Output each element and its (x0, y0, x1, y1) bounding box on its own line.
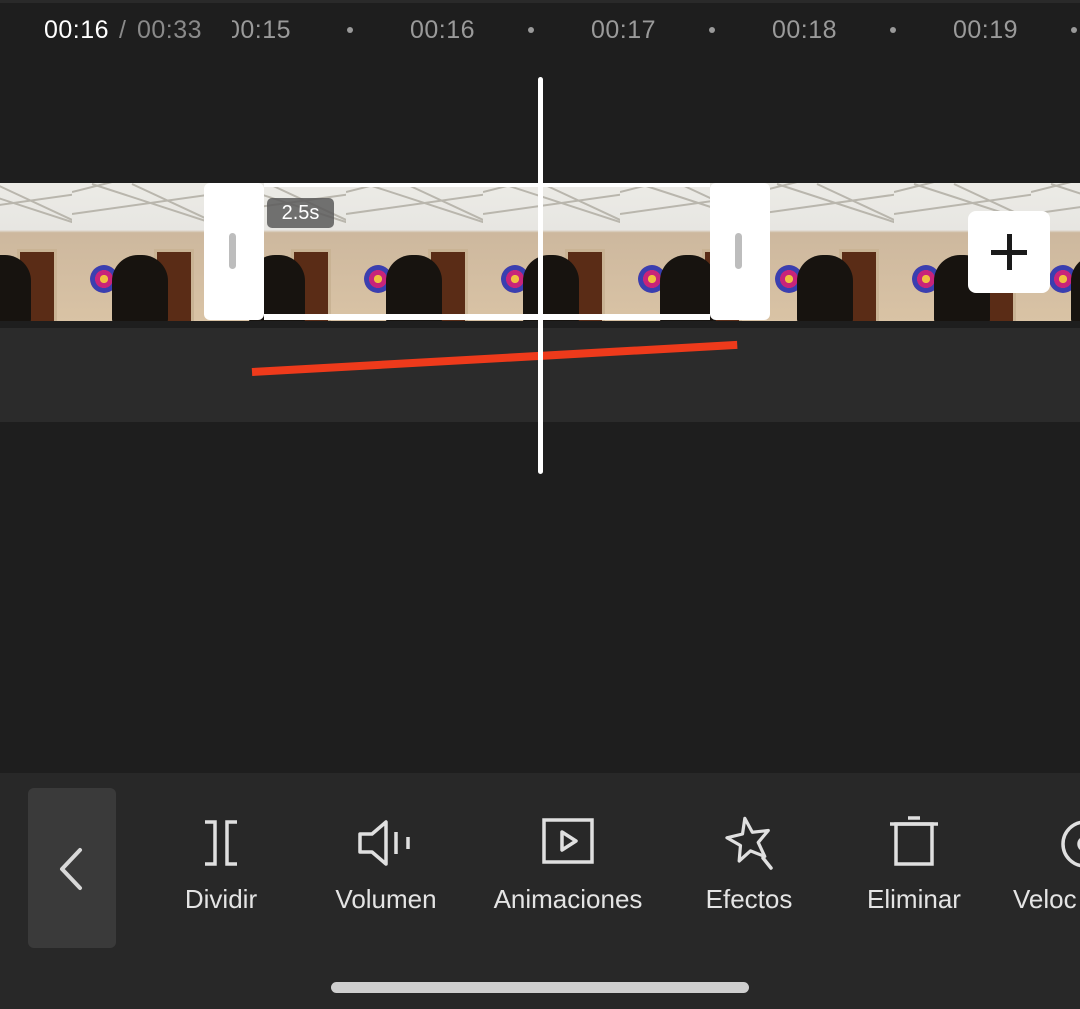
video-thumbnail (757, 183, 894, 321)
animation-play-icon (542, 818, 594, 864)
clip-trim-handle-right[interactable] (710, 183, 770, 320)
speed-label: Veloc (1013, 884, 1077, 914)
video-thumbnail (483, 183, 620, 321)
ruler-tick-dot (347, 27, 353, 33)
effects-button[interactable]: Efectos (690, 812, 808, 922)
clip-selection-border (264, 183, 710, 187)
volume-label: Volumen (335, 884, 437, 914)
video-thumbnail (0, 183, 72, 321)
handle-grip (735, 233, 742, 269)
ruler-tick-label: 00:19 (953, 16, 1019, 44)
current-time: 00:16 (44, 16, 110, 44)
divider (0, 0, 1080, 3)
animations-label: Animaciones (493, 884, 643, 914)
ruler-tick-dot (709, 27, 715, 33)
back-button[interactable] (28, 788, 116, 948)
ruler-tick-label: 00:16 (410, 16, 476, 44)
clip-duration-badge: 2.5s (267, 198, 334, 228)
delete-button[interactable]: Eliminar (856, 812, 972, 922)
delete-label: Eliminar (867, 884, 961, 914)
clip-selection-border (264, 314, 710, 320)
split-icon (205, 820, 237, 866)
ruler-tick-dot (890, 27, 896, 33)
video-thumbnail (72, 183, 209, 321)
volume-button[interactable]: Volumen (322, 812, 450, 922)
add-clip-button[interactable] (968, 211, 1050, 293)
ruler-tick-label: 00:17 (591, 16, 657, 44)
effects-star-icon (725, 816, 773, 870)
time-separator: / (119, 16, 126, 44)
ruler-tick-dot (1071, 27, 1077, 33)
ruler-tick-dot (528, 27, 534, 33)
ruler-tick-label: 00:15 (232, 16, 292, 44)
playhead[interactable] (538, 77, 543, 474)
volume-icon (358, 820, 410, 866)
animations-button[interactable]: Animaciones (476, 812, 660, 922)
total-time: 00:33 (137, 16, 203, 44)
speed-icon (1061, 820, 1080, 868)
handle-grip (229, 233, 236, 269)
plus-icon (991, 234, 1027, 270)
home-indicator (331, 982, 749, 993)
split-label: Dividir (184, 884, 258, 914)
split-button[interactable]: Dividir (172, 812, 270, 922)
video-thumbnail (346, 183, 483, 321)
chevron-left-icon (60, 848, 82, 890)
delete-icon (890, 816, 938, 866)
clip-trim-handle-left[interactable] (204, 183, 264, 320)
effects-label: Efectos (705, 884, 793, 914)
timeline-ruler: 00:16 / 00:33 00:15 00:16 00:17 00:18 00… (0, 0, 1080, 62)
speed-button[interactable]: Veloc (1006, 812, 1080, 922)
ruler-tick-label: 00:18 (772, 16, 838, 44)
